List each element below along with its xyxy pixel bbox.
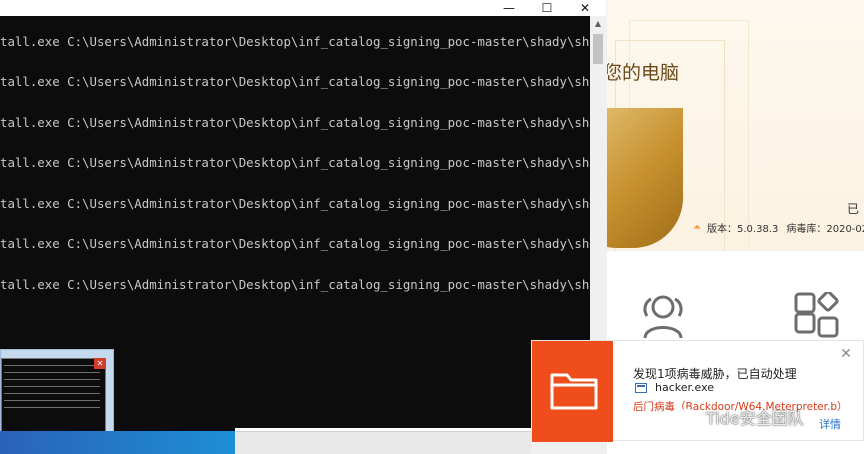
taskbar <box>0 431 235 454</box>
minimize-button[interactable]: — <box>490 0 528 16</box>
divider <box>607 250 864 251</box>
console-line: tall.exe C:\Users\Administrator\Desktop\… <box>0 74 590 89</box>
console-line: tall.exe C:\Users\Administrator\Desktop\… <box>0 155 590 170</box>
watermark-text: Tide安全团队 <box>706 409 804 428</box>
exe-file-icon <box>635 382 647 393</box>
console-line: tall.exe C:\Users\Administrator\Desktop\… <box>0 196 590 211</box>
scroll-up-icon[interactable]: ▲ <box>590 18 606 30</box>
scanned-status: 已 <box>847 202 860 216</box>
preview-line <box>4 386 100 387</box>
shield-icon <box>607 108 683 248</box>
protection-headline: 您的电脑 <box>607 62 680 84</box>
preview-line <box>4 379 100 380</box>
preview-line <box>4 372 100 373</box>
console-line: tall.exe C:\Users\Administrator\Desktop\… <box>0 115 590 130</box>
wechat-icon <box>678 408 700 425</box>
upgrade-icon[interactable]: ⏶ <box>693 222 703 233</box>
version-info: ⏶ 版本：5.0.38.3 病毒库：2020-02 <box>693 220 864 235</box>
preview-line <box>4 400 100 401</box>
taskbar-area <box>235 431 531 454</box>
version-label: 版本：5.0.38.3 <box>707 224 779 235</box>
taskbar-preview[interactable]: ✕ <box>0 349 114 440</box>
console-titlebar: — ☐ ✕ <box>0 0 606 16</box>
console-line: tall.exe C:\Users\Administrator\Desktop\… <box>0 277 590 292</box>
grid-icon[interactable] <box>793 292 841 340</box>
watermark: Tide安全团队 <box>678 405 804 429</box>
threat-file: hacker.exe <box>635 381 714 394</box>
preview-line <box>4 407 100 408</box>
notification-title: 发现1项病毒威胁，已自动处理 <box>633 367 797 381</box>
scroll-thumb[interactable] <box>593 34 603 64</box>
threat-file-name: hacker.exe <box>655 381 715 394</box>
preview-console <box>1 358 106 436</box>
virus-db-label: 病毒库：2020-02 <box>786 224 864 235</box>
preview-line <box>4 393 100 394</box>
close-button[interactable]: ✕ <box>566 0 604 16</box>
details-link[interactable]: 详情 <box>819 416 841 432</box>
users-icon[interactable] <box>637 292 691 340</box>
close-icon[interactable]: ✕ <box>837 345 855 363</box>
maximize-button[interactable]: ☐ <box>528 0 566 16</box>
preview-line <box>4 365 100 366</box>
antivirus-banner: 您的电脑 已 ⏶ 版本：5.0.38.3 病毒库：2020-02 <box>607 0 864 250</box>
preview-close-icon[interactable]: ✕ <box>94 358 106 369</box>
console-line: tall.exe C:\Users\Administrator\Desktop\… <box>0 34 590 49</box>
notification-accent <box>532 341 613 442</box>
folder-icon <box>550 373 598 410</box>
console-line: tall.exe C:\Users\Administrator\Desktop\… <box>0 236 590 251</box>
